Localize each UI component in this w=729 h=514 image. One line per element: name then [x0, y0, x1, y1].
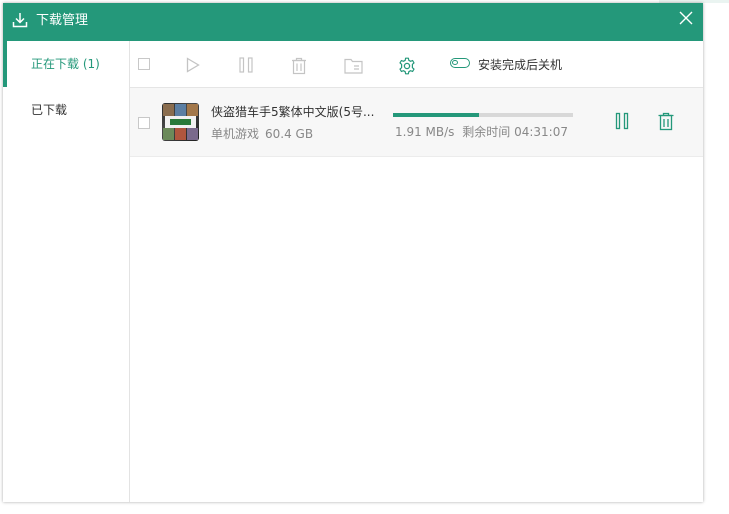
sidebar-item-label: 已下载	[31, 103, 68, 117]
download-status: 1.91 MB/s 剩余时间 04:31:07	[395, 123, 568, 140]
select-all-checkbox[interactable]	[138, 58, 150, 70]
trash-icon[interactable]	[290, 57, 308, 75]
folder-icon[interactable]	[344, 58, 363, 74]
progress-fill	[393, 113, 480, 117]
pause-icon[interactable]	[615, 112, 629, 130]
sidebar: 正在下载 (1) 已下载	[3, 41, 130, 502]
download-row[interactable]: 侠盗猎车手5繁体中文版(5号... 单机游戏 60.4 GB 1.91 MB/s …	[130, 88, 703, 157]
toggle-switch[interactable]	[450, 58, 470, 68]
shutdown-toggle-label: 安装完成后关机	[478, 58, 563, 72]
download-speed: 1.91 MB/s	[395, 125, 455, 139]
pause-icon[interactable]	[238, 57, 254, 73]
progress-bar	[393, 113, 573, 117]
game-thumbnail	[162, 103, 199, 141]
download-name: 侠盗猎车手5繁体中文版(5号...	[211, 105, 375, 119]
toggle-knob	[452, 60, 458, 65]
toolbar: 安装完成后关机	[130, 41, 703, 88]
close-icon[interactable]	[679, 11, 693, 25]
row-checkbox[interactable]	[138, 117, 150, 129]
trash-icon[interactable]	[657, 112, 675, 131]
play-icon[interactable]	[186, 57, 200, 73]
download-manager-window: 下载管理 正在下载 (1) 已下载 安装完成后关机 侠盗猎车手5繁体中文版(5号…	[3, 3, 703, 502]
main-panel: 安装完成后关机 侠盗猎车手5繁体中文版(5号... 单机游戏 60.4 GB 1…	[130, 41, 703, 502]
title-bar: 下载管理	[3, 3, 703, 41]
gear-icon[interactable]	[398, 57, 416, 75]
window-title: 下载管理	[36, 13, 89, 28]
sidebar-item-label: 正在下载 (1)	[31, 57, 100, 71]
download-category: 单机游戏	[211, 127, 260, 141]
download-icon	[12, 13, 28, 28]
download-meta: 单机游戏 60.4 GB	[211, 125, 313, 142]
sidebar-item-downloading[interactable]: 正在下载 (1)	[3, 41, 129, 87]
sidebar-item-downloaded[interactable]: 已下载	[3, 87, 129, 133]
remaining-time: 04:31:07	[514, 125, 568, 139]
remaining-label: 剩余时间	[462, 125, 511, 139]
download-size: 60.4 GB	[265, 127, 314, 141]
